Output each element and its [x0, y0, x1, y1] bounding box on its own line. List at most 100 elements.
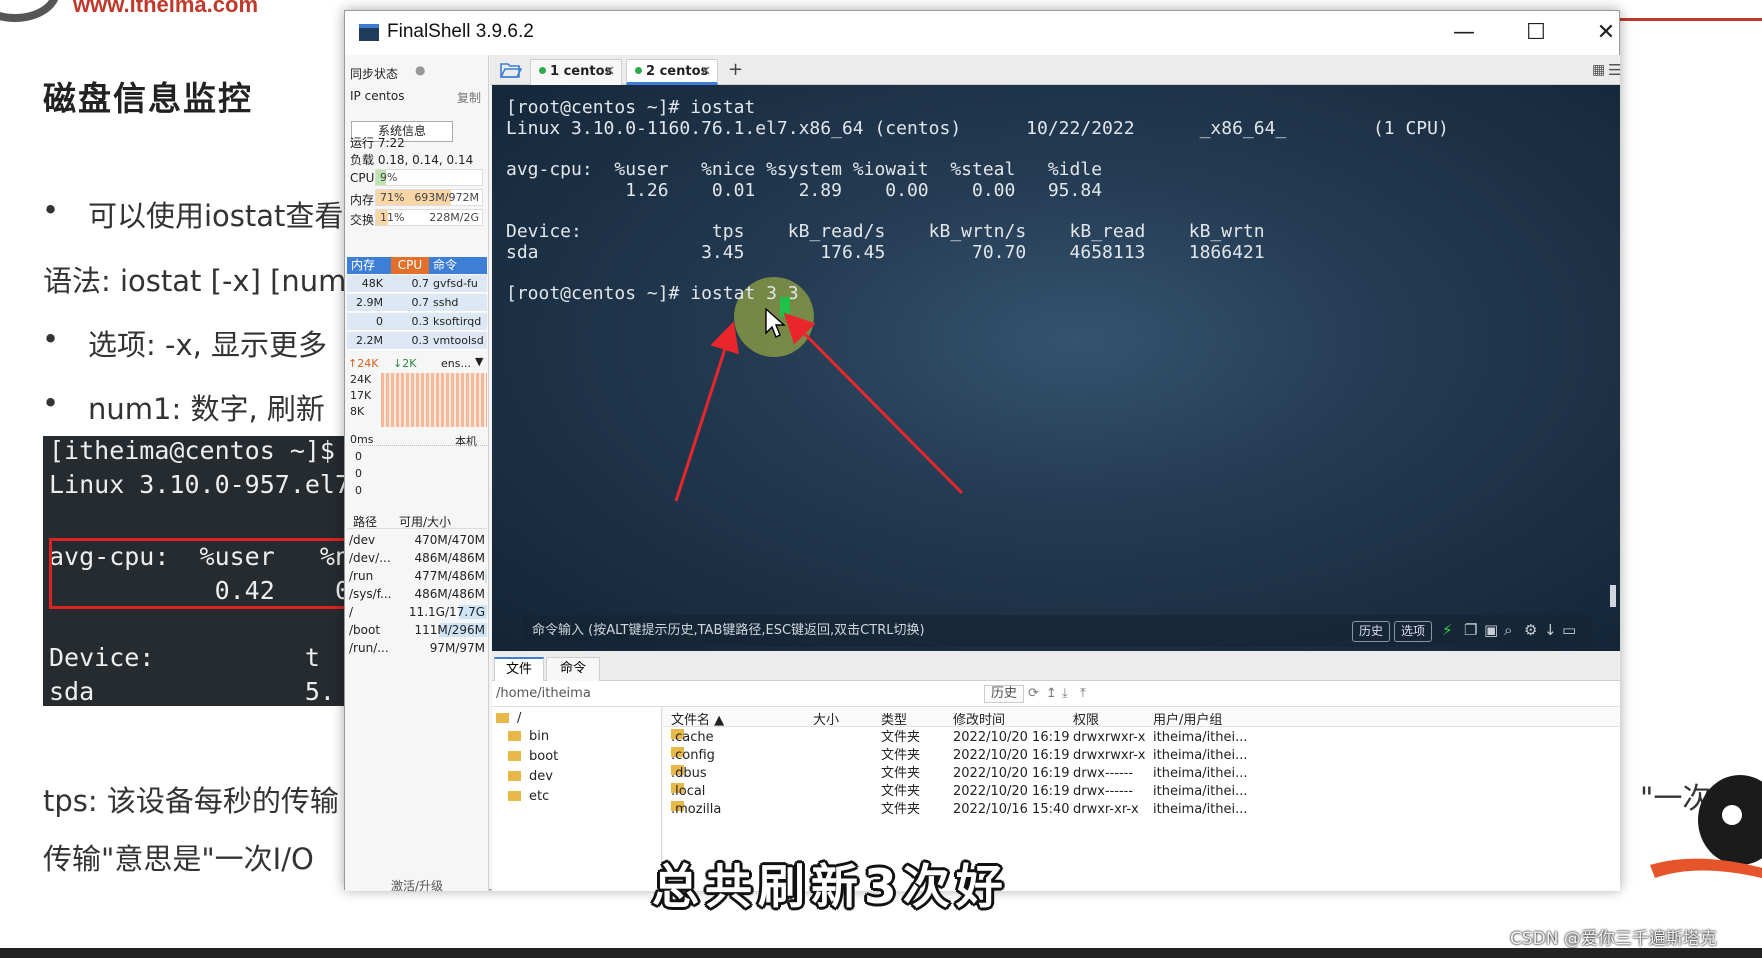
terminal-scrollbar[interactable]: [1610, 585, 1616, 607]
download-arrow-icon[interactable]: ↓: [1544, 619, 1557, 641]
process-row[interactable]: 48K 0.7 gvfsd-fu: [347, 275, 487, 293]
download-icon[interactable]: ⤓: [1062, 681, 1068, 707]
upload-icon[interactable]: ⤒: [1080, 681, 1086, 707]
folder-open-icon[interactable]: [500, 61, 522, 79]
window-icon[interactable]: ▭: [1562, 619, 1576, 641]
copy-ip-link[interactable]: 复制: [457, 89, 481, 106]
history-button[interactable]: 历史: [1352, 621, 1391, 642]
video-subtitle: 总共刷新3次好: [652, 860, 1009, 915]
disk-size: 111M/296M: [414, 623, 485, 637]
copy-icon[interactable]: ❐: [1464, 619, 1477, 641]
path-input[interactable]: /home/itheima: [496, 681, 591, 707]
close-tab-icon[interactable]: ✕: [700, 60, 711, 84]
chevron-down-icon[interactable]: ▼: [475, 355, 483, 368]
ping-value: 0: [355, 467, 362, 480]
disk-col-path: 路径: [353, 515, 378, 529]
menu-icon[interactable]: ☰: [1608, 61, 1621, 79]
lightning-icon[interactable]: ⚡: [1442, 619, 1453, 641]
proc-cmd: ksoftirqd: [433, 315, 482, 328]
path-history-button[interactable]: 历史: [984, 685, 1025, 703]
tree-item[interactable]: bin: [508, 729, 549, 744]
swap-value: 228M/2G: [429, 211, 479, 224]
directory-tree: / bin boot dev etc: [492, 707, 662, 891]
tree-label: bin: [529, 729, 550, 744]
col-size[interactable]: 大小: [813, 709, 839, 728]
col-permissions[interactable]: 权限: [1073, 709, 1099, 728]
tab-2-centos[interactable]: 2 centos ✕: [626, 59, 718, 85]
gear-icon[interactable]: ⚙: [1524, 619, 1537, 641]
process-row[interactable]: 0 0.3 ksoftirqd: [347, 313, 487, 331]
file-row[interactable]: .config 文件夹 2022/10/20 16:19 drwxrwxr-x …: [663, 747, 1620, 765]
add-tab-button[interactable]: +: [728, 59, 743, 80]
file-time: 2022/10/20 16:19: [953, 784, 1070, 799]
proc-cpu: 0.7: [411, 296, 430, 309]
tab-label: 2 centos: [646, 64, 709, 79]
close-tab-icon[interactable]: ✕: [604, 60, 615, 84]
file-name: .local: [671, 784, 706, 799]
options-button[interactable]: 选项: [1394, 621, 1433, 642]
tree-item[interactable]: dev: [508, 769, 553, 784]
process-row[interactable]: 2.2M 0.3 vmtoolsd: [347, 332, 487, 350]
maximize-button[interactable]: ☐: [1511, 17, 1561, 49]
tab-1-centos[interactable]: 1 centos ✕: [530, 59, 622, 85]
minimize-button[interactable]: —: [1439, 17, 1489, 49]
tab-files[interactable]: 文件: [494, 657, 544, 681]
tree-item[interactable]: boot: [508, 749, 558, 764]
bottom-strip: [0, 948, 1762, 958]
process-row[interactable]: 2.9M 0.7 sshd: [347, 294, 487, 312]
connected-dot-icon: [539, 67, 546, 74]
tree-item[interactable]: etc: [508, 789, 549, 804]
proc-col-cmd[interactable]: 命令: [433, 257, 457, 274]
disk-row[interactable]: /run 477M/486M: [347, 567, 487, 585]
proc-mem: 2.2M: [356, 334, 383, 347]
disk-row[interactable]: /run/... 97M/97M: [347, 639, 487, 657]
search-icon[interactable]: ⌕: [1504, 619, 1512, 641]
net-scale: 17K: [350, 389, 372, 402]
mem-percent: 71%: [380, 191, 405, 204]
net-interface-select[interactable]: ens...: [441, 357, 471, 370]
disk-row[interactable]: / 11.1G/17.7G: [347, 603, 487, 621]
command-input-bar[interactable]: 命令输入 (按ALT键提示历史,TAB键路径,ESC键返回,双击CTRL切换) …: [522, 615, 1592, 647]
file-row[interactable]: .mozilla 文件夹 2022/10/16 15:40 drwxr-xr-x…: [663, 801, 1620, 819]
ping-graph: [359, 445, 487, 500]
col-owner[interactable]: 用户/用户组: [1153, 709, 1222, 728]
app-icon: [359, 24, 379, 41]
up-dir-icon[interactable]: ↥: [1046, 681, 1057, 707]
grid-view-icon[interactable]: ▦: [1592, 62, 1605, 78]
file-row[interactable]: .cache 文件夹 2022/10/20 16:19 drwxrwxr-x i…: [663, 729, 1620, 747]
disk-row[interactable]: /boot 111M/296M: [347, 621, 487, 639]
disk-row[interactable]: /sys/f... 486M/486M: [347, 585, 487, 603]
proc-col-mem[interactable]: 内存: [351, 257, 375, 274]
disk-path: /: [349, 605, 354, 619]
activate-upgrade-link[interactable]: 激活/升级: [345, 877, 489, 894]
disk-table-header: 路径 可用/大小: [347, 511, 487, 529]
close-button[interactable]: ✕: [1581, 17, 1631, 49]
tree-root[interactable]: /: [496, 711, 521, 726]
proc-col-cpu[interactable]: CPU: [391, 257, 429, 274]
logo-url: www.itheima.com: [73, 0, 259, 17]
disk-size: 11.1G/17.7G: [408, 605, 485, 619]
file-owner: itheima/ithei...: [1153, 748, 1248, 763]
terminal[interactable]: [root@centos ~]# iostat Linux 3.10.0-116…: [492, 85, 1620, 651]
disk-row[interactable]: /dev/... 486M/486M: [347, 549, 487, 567]
disk-path: /dev: [349, 533, 376, 547]
file-perm: drwxr-xr-x: [1073, 802, 1139, 817]
code-line: Device: t: [49, 643, 320, 672]
title-bar[interactable]: FinalShell 3.9.6.2 — ☐ ✕: [345, 11, 1619, 55]
disk-row[interactable]: /dev 470M/470M: [347, 531, 487, 549]
disk-size: 486M/486M: [414, 551, 485, 565]
file-owner: itheima/ithei...: [1153, 784, 1248, 799]
tab-commands[interactable]: 命令: [546, 657, 600, 681]
file-perm: drwx------: [1073, 784, 1134, 799]
refresh-icon[interactable]: ⟳: [1028, 681, 1039, 707]
paste-icon[interactable]: ▣: [1484, 619, 1498, 641]
logo-icon: [0, 0, 60, 22]
monitor-sidebar: 同步状态 ● IP centos 复制 系统信息 运行 7:22 负载 0.18…: [345, 55, 489, 894]
file-type: 文件夹: [881, 784, 921, 799]
file-row[interactable]: .local 文件夹 2022/10/20 16:19 drwx------ i…: [663, 783, 1620, 801]
bottom-panel-tabs: 文件 命令: [492, 651, 1620, 681]
file-row[interactable]: .dbus 文件夹 2022/10/20 16:19 drwx------ it…: [663, 765, 1620, 783]
col-filename[interactable]: 文件名 ▲: [671, 709, 724, 728]
col-type[interactable]: 类型: [881, 709, 907, 728]
col-modified[interactable]: 修改时间: [953, 709, 1005, 728]
